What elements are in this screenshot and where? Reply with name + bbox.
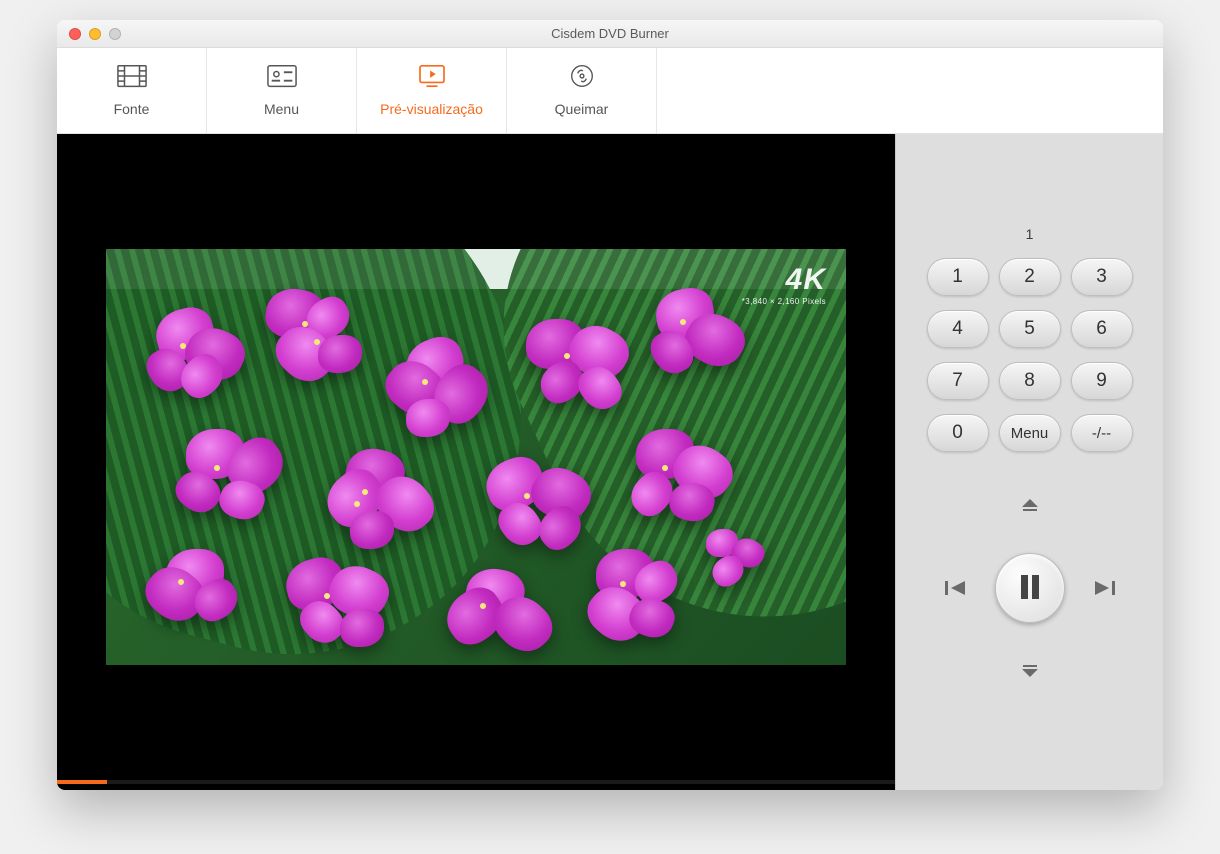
resolution-badge: 4K *3,840 × 2,160 Pixels xyxy=(742,263,826,306)
preview-play-icon xyxy=(417,64,447,91)
main-toolbar: Fonte Menu Pré-v xyxy=(57,48,1163,134)
keypad-5[interactable]: 5 xyxy=(999,310,1061,348)
video-viewport[interactable]: 4K *3,840 × 2,160 Pixels xyxy=(57,134,895,780)
transport-controls xyxy=(950,508,1110,668)
keypad-6[interactable]: 6 xyxy=(1071,310,1133,348)
preview-pane: 4K *3,840 × 2,160 Pixels xyxy=(57,134,895,790)
resolution-badge-small: *3,840 × 2,160 Pixels xyxy=(742,297,826,306)
filmstrip-icon xyxy=(117,64,147,91)
burn-disc-icon xyxy=(567,64,597,91)
previous-track-button[interactable] xyxy=(942,574,970,602)
keypad-0[interactable]: 0 xyxy=(927,414,989,452)
menu-template-icon xyxy=(267,64,297,91)
keypad: 1 2 3 4 5 6 7 8 9 0 Menu -/-- xyxy=(927,258,1133,452)
tab-menu[interactable]: Menu xyxy=(207,48,357,133)
remote-panel: 1 1 2 3 4 5 6 7 8 9 0 Menu -/-- xyxy=(895,134,1163,790)
keypad-7[interactable]: 7 xyxy=(927,362,989,400)
chapter-down-button[interactable] xyxy=(1016,652,1044,680)
keypad-menu[interactable]: Menu xyxy=(999,414,1061,452)
keypad-3[interactable]: 3 xyxy=(1071,258,1133,296)
video-still-image xyxy=(106,249,846,665)
keypad-8[interactable]: 8 xyxy=(999,362,1061,400)
zoom-window-button[interactable] xyxy=(109,28,121,40)
workspace: 4K *3,840 × 2,160 Pixels 1 1 2 3 4 5 6 7… xyxy=(57,134,1163,790)
tab-label: Queimar xyxy=(555,101,609,117)
resolution-badge-large: 4K xyxy=(786,263,826,296)
window-title: Cisdem DVD Burner xyxy=(57,26,1163,41)
chapter-display: 1 xyxy=(914,152,1145,252)
playback-progress[interactable] xyxy=(57,780,895,784)
minimize-window-button[interactable] xyxy=(89,28,101,40)
titlebar: Cisdem DVD Burner xyxy=(57,20,1163,48)
keypad-2[interactable]: 2 xyxy=(999,258,1061,296)
tab-label: Menu xyxy=(264,101,299,117)
keypad-dash[interactable]: -/-- xyxy=(1071,414,1133,452)
app-window: Cisdem DVD Burner Fonte xyxy=(57,20,1163,790)
tab-label: Pré-visualização xyxy=(380,101,483,117)
tab-preview[interactable]: Pré-visualização xyxy=(357,48,507,133)
keypad-1[interactable]: 1 xyxy=(927,258,989,296)
tab-label: Fonte xyxy=(114,101,150,117)
next-track-button[interactable] xyxy=(1090,574,1118,602)
close-window-button[interactable] xyxy=(69,28,81,40)
pause-icon xyxy=(1019,574,1041,603)
keypad-4[interactable]: 4 xyxy=(927,310,989,348)
playback-progress-fill xyxy=(57,780,107,784)
window-controls xyxy=(57,28,121,40)
tab-source[interactable]: Fonte xyxy=(57,48,207,133)
keypad-9[interactable]: 9 xyxy=(1071,362,1133,400)
chapter-up-button[interactable] xyxy=(1016,496,1044,524)
tab-burn[interactable]: Queimar xyxy=(507,48,657,133)
play-pause-button[interactable] xyxy=(995,553,1065,623)
video-frame: 4K *3,840 × 2,160 Pixels xyxy=(106,249,846,665)
